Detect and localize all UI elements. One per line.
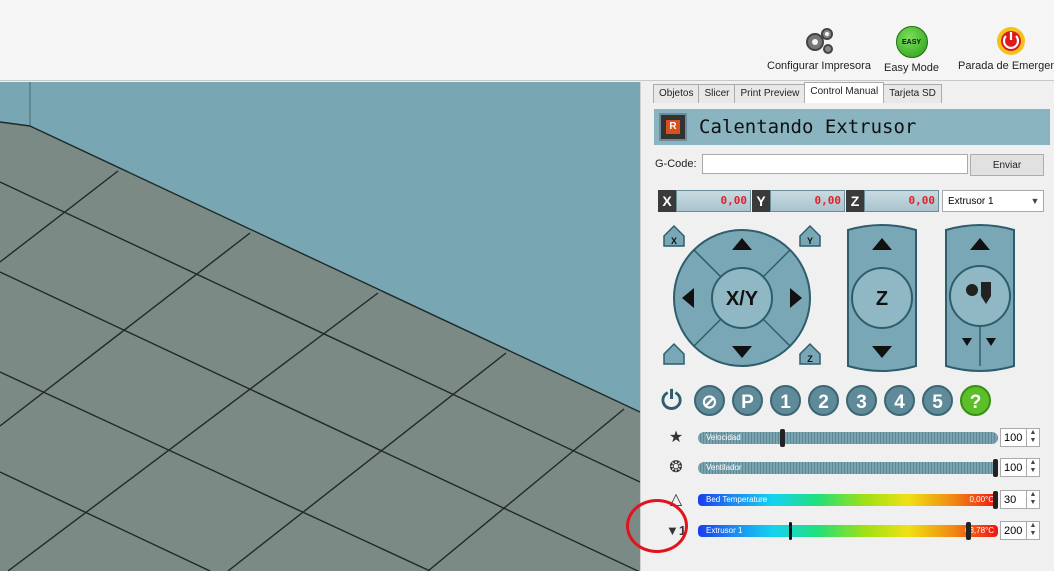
park-button[interactable]: P (732, 385, 763, 416)
control-panel: Objetos Slicer Print Preview Control Man… (650, 82, 1054, 571)
fan-slider[interactable]: Ventilador (698, 459, 998, 477)
emergency-stop-label: Parada de Emergenci (958, 60, 1054, 72)
home-x-label: X (671, 236, 677, 246)
tab-control-manual[interactable]: Control Manual (804, 82, 885, 103)
repetier-logo-icon: R (659, 113, 687, 141)
emergency-stop-button[interactable]: Parada de Emergenci (958, 26, 1054, 72)
tab-bar: Objetos Slicer Print Preview Control Man… (653, 82, 942, 105)
extruder-row: ▼1 Extrusor 1 63,78°C 200 ▲ ▼ (650, 520, 1054, 542)
logo-letter: R (666, 120, 680, 134)
extruder-value: 200 (1004, 524, 1023, 537)
fan-input[interactable]: 100 ▲ ▼ (1000, 458, 1040, 477)
send-button[interactable]: Enviar (970, 154, 1044, 176)
preset-button-4[interactable]: 4 (884, 385, 915, 416)
extruder-spinner[interactable]: ▲ ▼ (1026, 522, 1039, 539)
fan-slider-thumb[interactable] (993, 459, 998, 477)
chevron-down-icon: ▼ (1030, 196, 1040, 206)
easy-mode-button[interactable]: EASY Easy Mode (884, 26, 939, 74)
bed-spinner[interactable]: ▲ ▼ (1026, 491, 1039, 508)
bed-reading: 0,00°C (969, 495, 994, 504)
extruder-jog-pad[interactable] (945, 224, 1015, 372)
home-z-label: Z (807, 354, 813, 364)
main-toolbar: Configurar Impresora EASY Easy Mode Para… (0, 0, 1054, 81)
coord-x: X 0,00 (658, 190, 751, 212)
bed-label: Bed Temperature (706, 495, 768, 504)
jog-controls: X Y Z X/Y Z (663, 224, 1015, 372)
coord-y: Y 0,00 (752, 190, 845, 212)
bed-input[interactable]: 30 ▲ ▼ (1000, 490, 1040, 509)
power-icon[interactable]: ⏻ (656, 385, 687, 416)
speed-input[interactable]: 100 ▲ ▼ (1000, 428, 1040, 447)
configure-printer-button[interactable]: Configurar Impresora (767, 26, 871, 72)
coord-y-value: 0,00 (770, 190, 845, 212)
home-z-button[interactable]: Z (799, 342, 821, 365)
bed-value: 30 (1004, 493, 1017, 506)
coord-x-value: 0,00 (676, 190, 751, 212)
coord-z-value: 0,00 (864, 190, 939, 212)
motors-off-icon[interactable]: ⊘ (694, 385, 725, 416)
gears-icon (805, 28, 833, 54)
fan-label: Ventilador (706, 463, 742, 472)
extruder-input[interactable]: 200 ▲ ▼ (1000, 521, 1040, 540)
home-y-button[interactable]: Y (799, 224, 821, 247)
speed-row: ★ Velocidad 100 ▲ ▼ (650, 427, 1054, 449)
status-text: Calentando Extrusor (699, 116, 917, 138)
coord-z-label: Z (846, 190, 864, 212)
easy-mode-icon: EASY (895, 26, 928, 58)
z-jog-pad[interactable]: Z (847, 224, 917, 372)
bed-row: △ Bed Temperature 0,00°C 30 ▲ ▼ (650, 489, 1054, 511)
fan-spinner[interactable]: ▲ ▼ (1026, 459, 1039, 476)
tab-tarjeta-sd[interactable]: Tarjeta SD (883, 84, 942, 103)
xy-jog-pad[interactable]: X/Y (673, 229, 811, 367)
home-x-button[interactable]: X (663, 224, 685, 247)
fan-off-icon: ❂ (669, 459, 683, 476)
speed-slider[interactable]: Velocidad (698, 429, 998, 447)
extruder-slider-thumb[interactable] (966, 522, 971, 540)
gcode-label: G-Code: (655, 158, 697, 170)
speed-label: Velocidad (706, 433, 741, 442)
tab-objetos[interactable]: Objetos (653, 84, 700, 103)
tab-slicer[interactable]: Slicer (698, 84, 736, 103)
bed-slider-thumb[interactable] (993, 491, 998, 509)
speed-value: 100 (1004, 431, 1023, 444)
z-label: Z (876, 288, 888, 310)
action-buttons: ⏻ ⊘ P 1 2 3 4 5 ? (656, 385, 998, 416)
extruder-temperature-slider[interactable]: Extrusor 1 63,78°C (698, 522, 998, 540)
speed-spinner[interactable]: ▲ ▼ (1026, 429, 1039, 446)
print-bed-grid (0, 82, 640, 571)
preset-button-3[interactable]: 3 (846, 385, 877, 416)
home-all-button[interactable] (663, 342, 685, 365)
preset-button-1[interactable]: 1 (770, 385, 801, 416)
bed-temperature-slider[interactable]: Bed Temperature 0,00°C (698, 491, 998, 509)
running-man-icon: ★ (668, 429, 684, 446)
3d-viewport[interactable] (0, 82, 640, 571)
xy-label: X/Y (726, 288, 759, 310)
highlight-circle (626, 499, 688, 553)
fan-value: 100 (1004, 461, 1023, 474)
coord-z: Z 0,00 (846, 190, 939, 212)
emergency-stop-icon (997, 27, 1026, 55)
home-y-label: Y (807, 236, 813, 246)
coord-x-label: X (658, 190, 676, 212)
fan-row: ❂ Ventilador 100 ▲ ▼ (650, 457, 1054, 479)
coord-y-label: Y (752, 190, 770, 212)
extruder-label: Extrusor 1 (706, 526, 743, 535)
easy-badge-text: EASY (901, 38, 922, 46)
configure-printer-label: Configurar Impresora (767, 60, 871, 72)
tab-print-preview[interactable]: Print Preview (734, 84, 806, 103)
gcode-input[interactable] (702, 154, 968, 174)
preset-button-5[interactable]: 5 (922, 385, 953, 416)
help-button[interactable]: ? (960, 385, 991, 416)
extruder-select-value: Extrusor 1 (948, 195, 994, 207)
speed-slider-thumb[interactable] (780, 429, 785, 447)
easy-mode-label: Easy Mode (884, 62, 940, 74)
status-bar: R Calentando Extrusor (654, 109, 1050, 145)
extruder-current-marker (789, 522, 792, 540)
extruder-select[interactable]: Extrusor 1 ▼ (942, 190, 1044, 212)
preset-button-2[interactable]: 2 (808, 385, 839, 416)
